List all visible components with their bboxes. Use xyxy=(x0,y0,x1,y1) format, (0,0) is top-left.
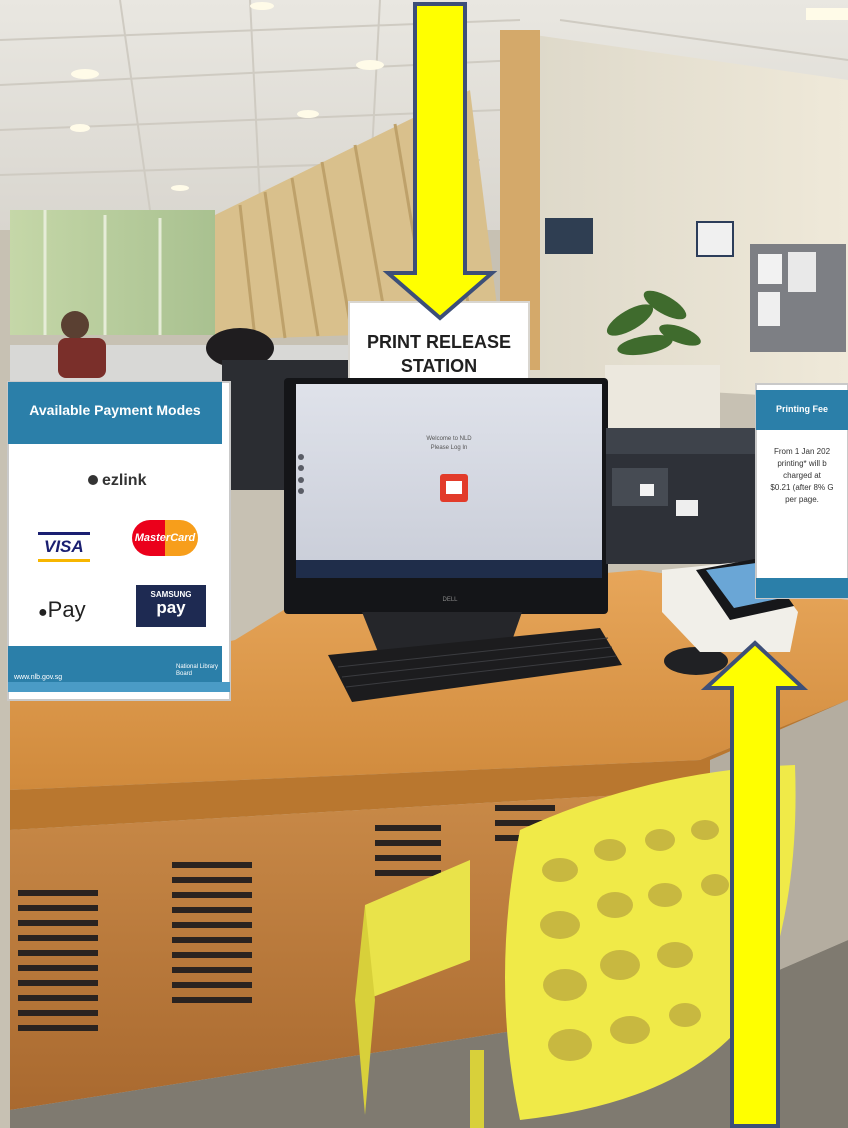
mastercard-logo: MasterCard xyxy=(132,520,198,556)
monitor-brand-logo: DELL xyxy=(442,597,458,603)
payment-sign-footer-logo: National Library Board xyxy=(176,664,219,677)
wall-sign xyxy=(545,218,593,254)
ezlink-logo: ezlink xyxy=(88,472,146,490)
person-left xyxy=(61,311,89,339)
taskbar xyxy=(296,560,602,578)
print-station-scene xyxy=(0,0,848,1128)
printer xyxy=(606,428,758,564)
monitor-welcome-line1: Welcome to NLD xyxy=(426,436,472,442)
visa-logo: VISA xyxy=(38,532,90,562)
info-sign xyxy=(696,221,734,257)
window xyxy=(10,210,215,335)
fee-sign-title: Printing Fee xyxy=(775,404,828,414)
samsung-pay-logo: SAMSUNG pay xyxy=(136,585,206,627)
monitor-welcome-line2: Please Log In xyxy=(430,445,468,451)
fee-sign-body: From 1 Jan 202 printing* will b charged … xyxy=(770,447,834,504)
main-monitor xyxy=(284,378,608,652)
apple-pay-logo: ●Pay xyxy=(38,597,86,622)
print-release-sign-line2: STATION xyxy=(400,356,478,376)
print-release-sign-line1: PRINT RELEASE xyxy=(366,332,512,352)
payment-sign-title: Available Payment Modes xyxy=(29,402,201,418)
payment-sign-url: www.nlb.gov.sg xyxy=(14,674,63,681)
